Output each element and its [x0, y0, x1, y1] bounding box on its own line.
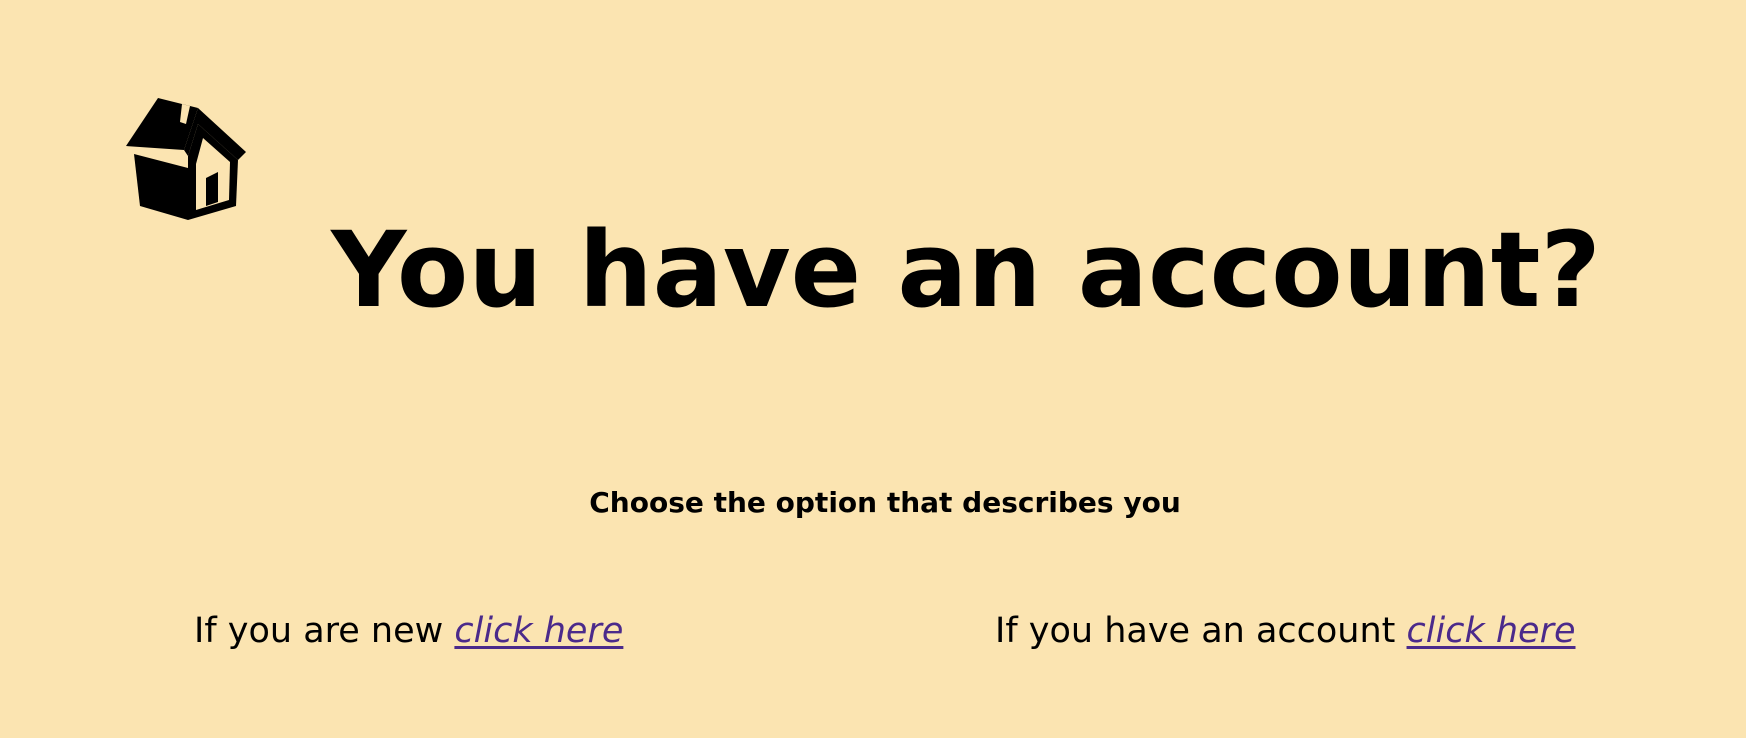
existing-user-link[interactable]: click here [1407, 611, 1576, 651]
page-title: You have an account? [331, 209, 1601, 331]
options-subtitle: Choose the option that describes you [589, 486, 1181, 519]
new-user-link[interactable]: click here [454, 611, 623, 651]
new-user-text: If you are new [194, 611, 455, 651]
existing-user-text: If you have an account [995, 611, 1407, 651]
new-user-option: If you are new click here [194, 608, 623, 654]
existing-user-option: If you have an account click here [995, 608, 1576, 654]
